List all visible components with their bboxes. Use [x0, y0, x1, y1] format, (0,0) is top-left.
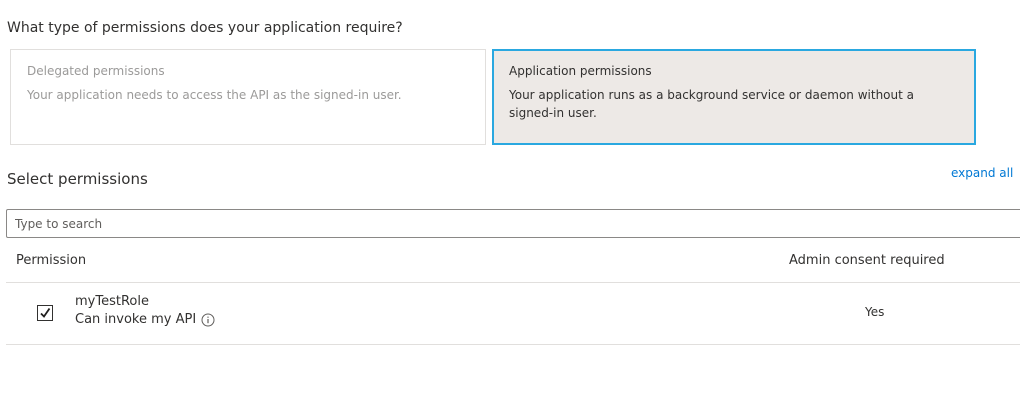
row-divider	[6, 344, 1020, 345]
application-permissions-description: Your application runs as a background se…	[509, 88, 914, 120]
delegated-permissions-description: Your application needs to access the API…	[27, 88, 402, 102]
expand-all-link[interactable]: expand all	[951, 166, 1013, 180]
admin-consent-value: Yes	[865, 305, 885, 319]
permission-type-question: What type of permissions does your appli…	[7, 20, 403, 36]
delegated-permissions-card[interactable]: Delegated permissions Your application n…	[10, 49, 486, 145]
delegated-permissions-title: Delegated permissions	[27, 64, 165, 78]
permission-checkbox[interactable]	[37, 305, 53, 321]
application-permissions-card[interactable]: Application permissions Your application…	[492, 49, 976, 145]
permission-description: Can invoke my API	[75, 312, 197, 327]
admin-consent-column-header: Admin consent required	[789, 253, 945, 268]
application-permissions-title: Application permissions	[509, 64, 652, 78]
checkmark-icon	[39, 304, 51, 323]
info-icon[interactable]	[201, 313, 215, 327]
header-divider	[6, 282, 1020, 283]
select-permissions-title: Select permissions	[7, 170, 148, 188]
permission-name: myTestRole	[75, 294, 149, 309]
permission-description-line: Can invoke my API	[75, 312, 215, 327]
permission-column-header: Permission	[16, 253, 87, 268]
search-input[interactable]	[6, 209, 1020, 238]
